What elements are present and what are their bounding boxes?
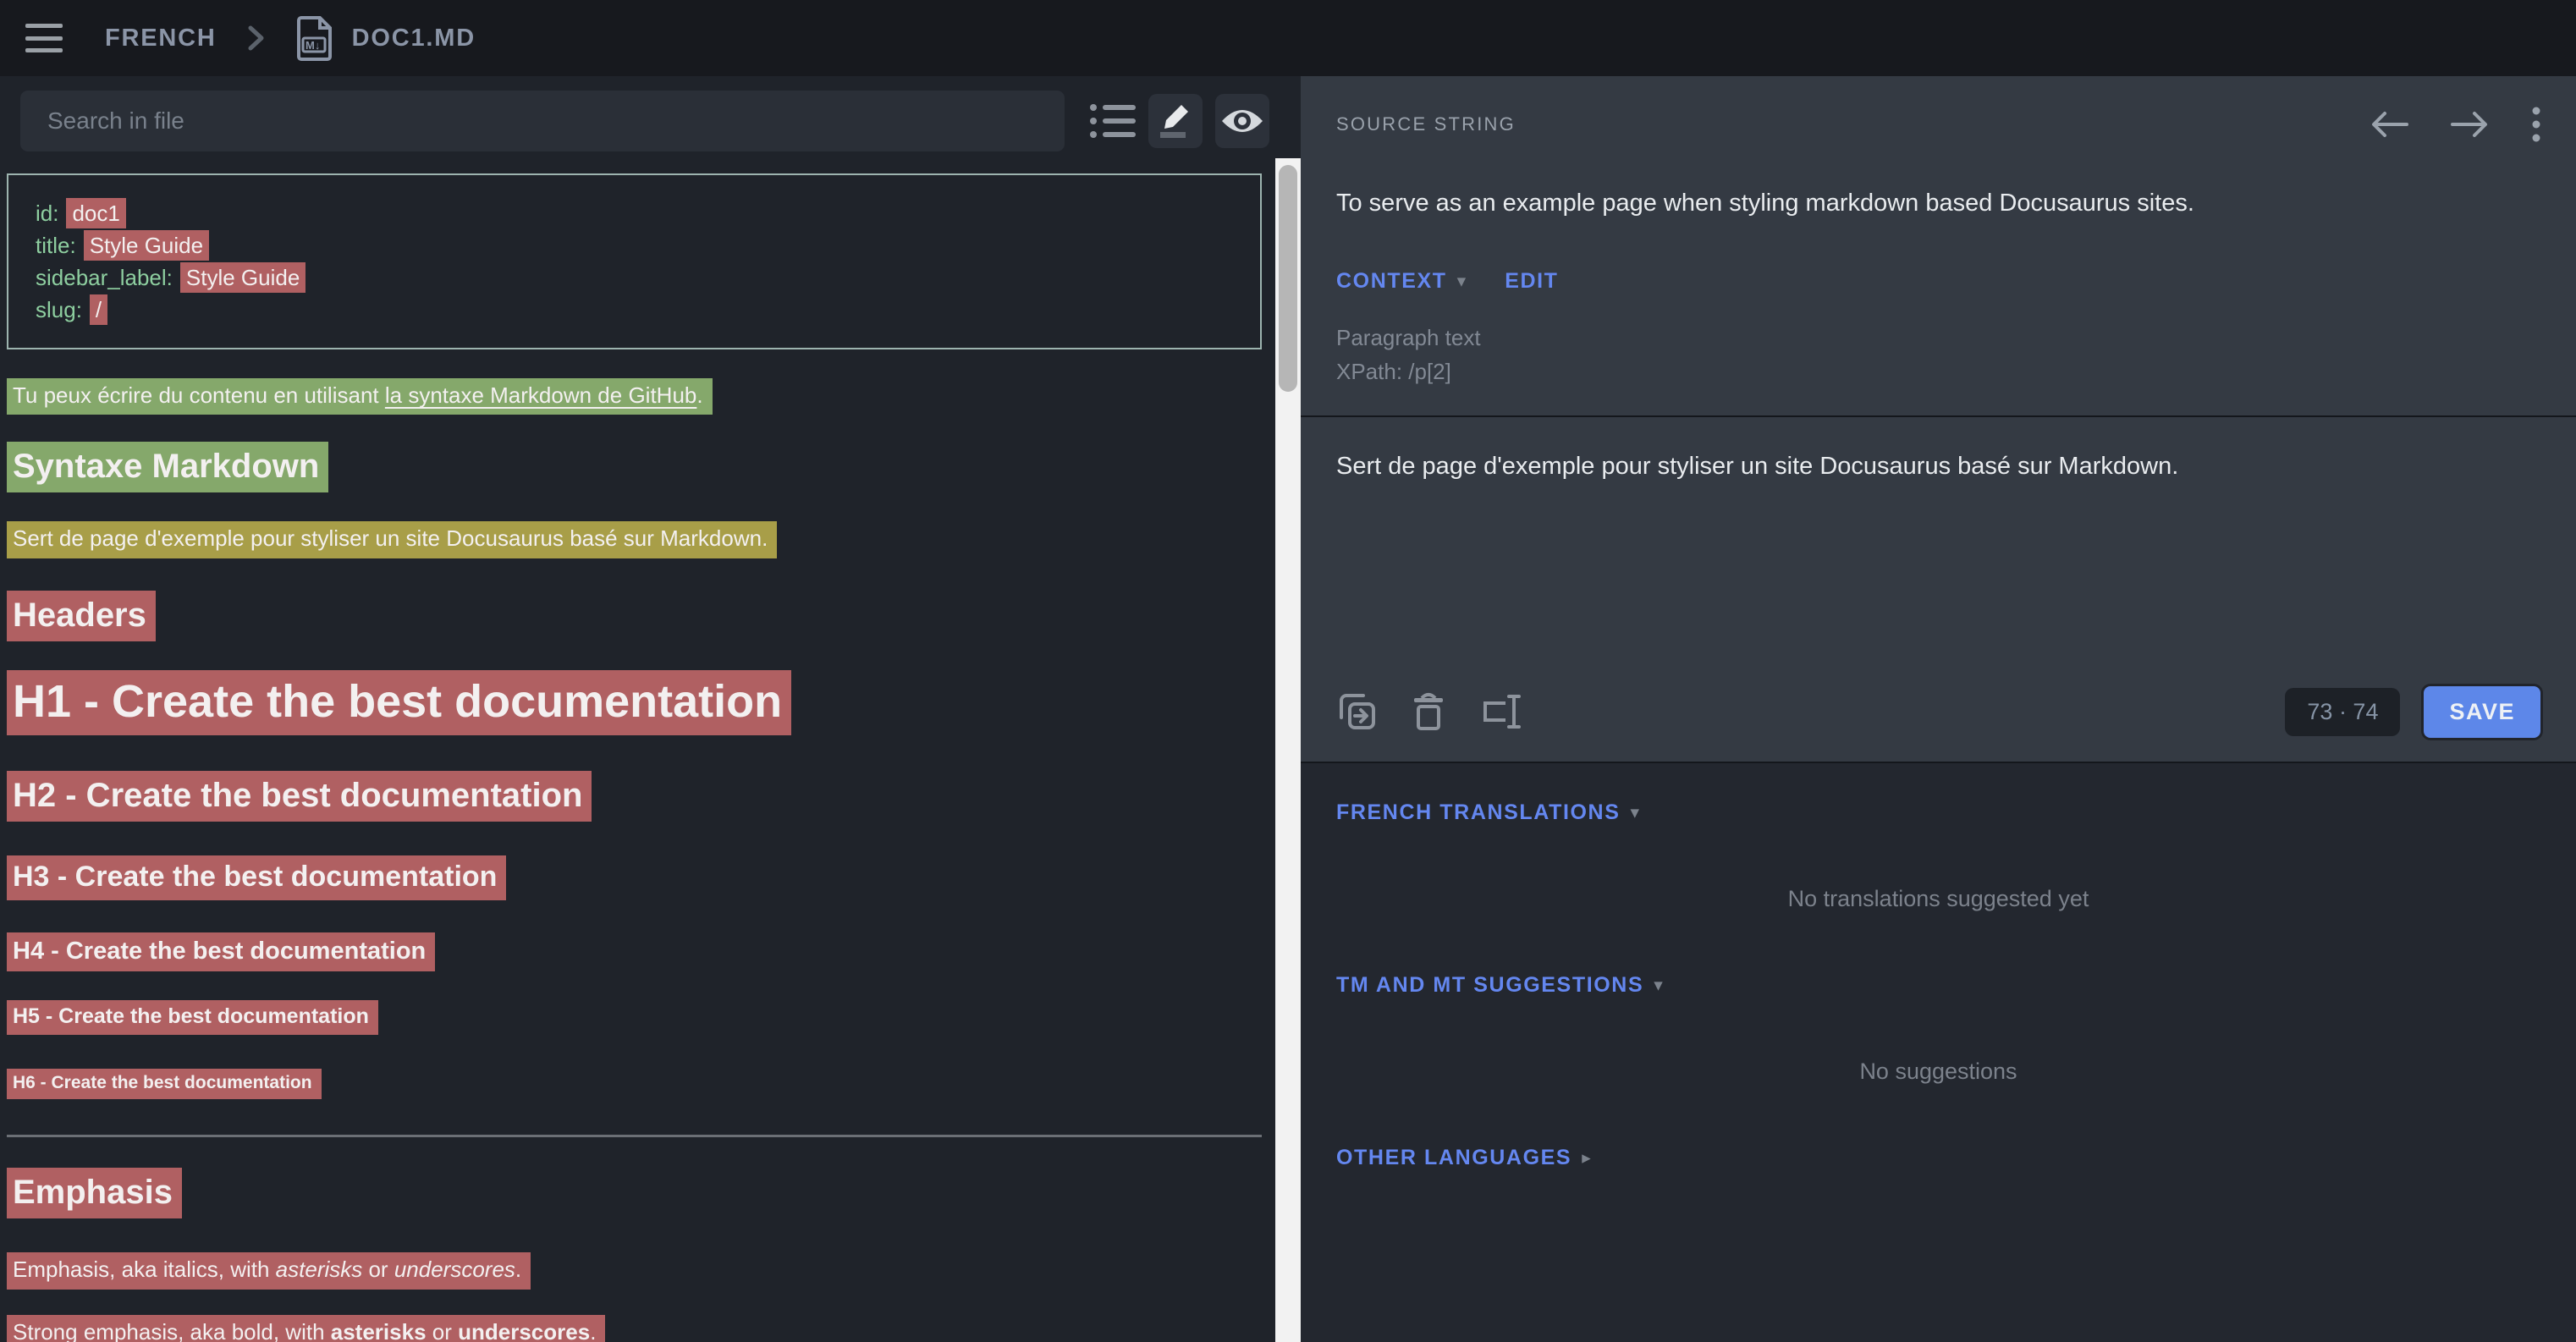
strong-text: Strong emphasis, aka bold, with	[13, 1319, 331, 1342]
french-translations-toggle[interactable]: FRENCH TRANSLATIONS	[1336, 800, 1620, 825]
context-xpath: XPath: /p[2]	[1336, 355, 2540, 388]
translation-panel: SOURCE STRING To serve as an example pag…	[1301, 76, 2576, 1342]
heading-h2[interactable]: H2 - Create the best documentation	[7, 771, 592, 822]
insert-tag-button[interactable]	[1478, 691, 1524, 732]
search-input[interactable]	[20, 91, 1065, 151]
heading-emphasis[interactable]: Emphasis	[7, 1168, 182, 1218]
horizontal-rule	[7, 1135, 1262, 1137]
eye-icon	[1220, 106, 1264, 136]
frontmatter-row: id: doc1	[36, 197, 1233, 229]
emphasis-paragraph[interactable]: Emphasis, aka italics, with asterisks or…	[7, 1252, 531, 1289]
other-languages-toggle[interactable]: OTHER LANGUAGES	[1336, 1146, 1571, 1170]
strong-text: .	[590, 1319, 596, 1342]
source-string-section: SOURCE STRING To serve as an example pag…	[1301, 76, 2576, 415]
heading-h6[interactable]: H6 - Create the best documentation	[7, 1069, 322, 1099]
source-string-text: To serve as an example page when styling…	[1336, 188, 2540, 220]
intro-text: Tu peux écrire du contenu en utilisant	[13, 382, 385, 408]
frontmatter-row: sidebar_label: Style Guide	[36, 261, 1233, 294]
character-counter: 73 · 74	[2285, 688, 2400, 736]
copy-source-icon	[1336, 690, 1379, 733]
context-toggle[interactable]: CONTEXT	[1336, 269, 1447, 294]
no-suggestions-message: No suggestions	[1336, 1059, 2540, 1085]
intro-paragraph[interactable]: Tu peux écrire du contenu en utilisant l…	[7, 378, 713, 415]
arrow-right-icon	[2451, 110, 2490, 139]
document-scrollbar[interactable]	[1275, 158, 1301, 1342]
chevron-down-icon: ▾	[1654, 975, 1663, 996]
strong-text: or	[427, 1319, 459, 1342]
frontmatter-block: id: doc1 title: Style Guide sidebar_label:…	[7, 173, 1262, 349]
heading-h4[interactable]: H4 - Create the best documentation	[7, 932, 435, 971]
kebab-menu-icon	[2532, 107, 2540, 142]
main-layout: id: doc1 title: Style Guide sidebar_label:…	[0, 76, 2576, 1342]
chevron-down-icon: ▾	[1457, 271, 1467, 292]
arrow-left-icon	[2370, 110, 2408, 139]
strong-bold-word: underscores	[458, 1319, 590, 1342]
emphasis-italic-word: underscores	[394, 1257, 515, 1282]
frontmatter-key: slug:	[36, 297, 82, 322]
intro-link[interactable]: la syntaxe Markdown de GitHub	[385, 382, 697, 408]
emphasis-text: Emphasis, aka italics, with	[13, 1257, 276, 1282]
suggestions-section: FRENCH TRANSLATIONS ▾ No translations su…	[1301, 762, 2576, 1342]
next-string-button[interactable]	[2451, 110, 2490, 139]
selected-string-paragraph[interactable]: Sert de page d'exemple pour styliser un …	[7, 521, 777, 558]
translation-editor-section: Sert de page d'exemple pour styliser un …	[1301, 417, 2576, 762]
context-type: Paragraph text	[1336, 321, 2540, 355]
insert-source-button[interactable]	[1336, 690, 1379, 733]
emphasis-text: .	[515, 1257, 521, 1282]
heading-headers[interactable]: Headers	[7, 591, 156, 641]
frontmatter-key: id:	[36, 201, 58, 226]
preview-mode-button[interactable]	[1215, 94, 1269, 148]
breadcrumb-project[interactable]: FRENCH	[105, 25, 217, 52]
string-list-button[interactable]	[1088, 102, 1136, 140]
edit-context-button[interactable]: EDIT	[1505, 269, 1558, 294]
frontmatter-value[interactable]: Style Guide	[84, 230, 209, 261]
frontmatter-key: sidebar_label:	[36, 265, 173, 290]
frontmatter-value[interactable]: Style Guide	[180, 262, 305, 293]
frontmatter-row: slug: /	[36, 294, 1233, 326]
menu-icon[interactable]	[25, 24, 63, 52]
file-toolbar	[0, 76, 1301, 168]
frontmatter-key: title:	[36, 233, 76, 258]
previous-string-button[interactable]	[2370, 110, 2408, 139]
emphasis-text: or	[362, 1257, 394, 1282]
heading-h5[interactable]: H5 - Create the best documentation	[7, 1000, 378, 1035]
strong-emphasis-paragraph[interactable]: Strong emphasis, aka bold, with asterisk…	[7, 1315, 605, 1342]
strong-bold-word: asterisks	[331, 1319, 427, 1342]
frontmatter-row: title: Style Guide	[36, 229, 1233, 261]
chevron-right-icon: ▸	[1582, 1147, 1591, 1169]
markdown-file-icon: M↓	[296, 14, 335, 62]
heading-h3[interactable]: H3 - Create the best documentation	[7, 855, 506, 900]
chevron-down-icon: ▾	[1630, 802, 1639, 823]
heading-h1[interactable]: H1 - Create the best documentation	[7, 670, 791, 736]
scrollbar-thumb[interactable]	[1279, 165, 1297, 392]
top-bar: FRENCH M↓ DOC1.MD	[0, 0, 2576, 76]
tm-mt-suggestions-toggle[interactable]: TM AND MT SUGGESTIONS	[1336, 973, 1643, 998]
trash-icon	[1411, 691, 1446, 732]
edit-mode-button[interactable]	[1148, 94, 1203, 148]
translation-input[interactable]: Sert de page d'exemple pour styliser un …	[1336, 451, 2540, 600]
pencil-icon	[1158, 102, 1193, 140]
source-string-title: SOURCE STRING	[1336, 113, 1516, 135]
save-button[interactable]: SAVE	[2424, 686, 2540, 738]
more-options-button[interactable]	[2532, 107, 2540, 142]
list-icon	[1088, 102, 1136, 140]
frontmatter-value[interactable]: doc1	[66, 198, 125, 228]
delete-translation-button[interactable]	[1411, 691, 1446, 732]
heading-syntaxe-markdown[interactable]: Syntaxe Markdown	[7, 442, 328, 492]
frontmatter-value[interactable]: /	[90, 294, 107, 325]
svg-text:M↓: M↓	[305, 39, 320, 52]
file-preview-panel: id: doc1 title: Style Guide sidebar_label:…	[0, 76, 1301, 1342]
text-cursor-field-icon	[1478, 691, 1524, 732]
breadcrumb-file[interactable]: DOC1.MD	[352, 25, 476, 52]
document-content: id: doc1 title: Style Guide sidebar_label:…	[0, 173, 1301, 1342]
breadcrumb-chevron-icon	[245, 22, 267, 54]
no-translations-message: No translations suggested yet	[1336, 886, 2540, 912]
intro-period: .	[696, 382, 702, 408]
emphasis-italic-word: asterisks	[276, 1257, 363, 1282]
